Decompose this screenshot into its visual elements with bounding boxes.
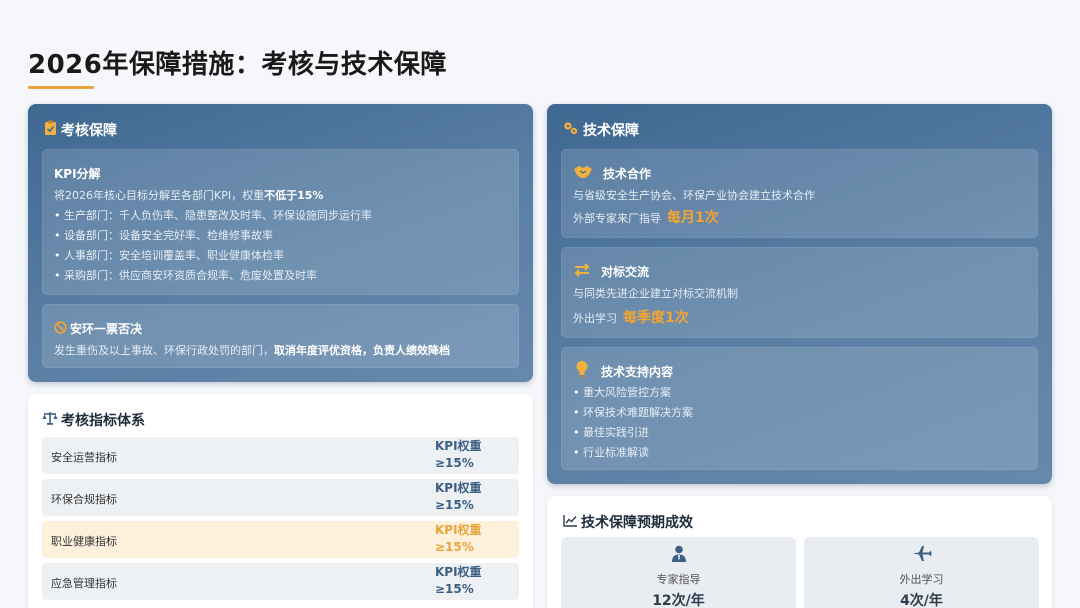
kpi-intro: 将2026年核心目标分解至各部门KPI，权重 — [54, 189, 265, 202]
kpi-card-title: KPI分解 — [54, 167, 101, 181]
indicator-weight-value: ≥15% — [435, 498, 474, 512]
cooperation-freq-value: 每月1次 — [667, 210, 719, 226]
support-item: 行业标准解读 — [573, 443, 693, 463]
scale-balance-icon — [42, 411, 58, 429]
benchmark-text: 与同类先进企业建立对标交流机制 — [573, 287, 738, 300]
kpi-item: 生产部门：千人负伤率、隐患整改及时率、环保设施同步运行率 — [54, 206, 372, 226]
kpi-item: 设备部门：设备安全完好率、检维修事故率 — [54, 226, 372, 246]
table-row: 职业健康指标 KPI权重 ≥15% — [42, 521, 519, 558]
veto-card-title: 安环一票否决 — [70, 322, 143, 336]
stat-value: 12次/年 — [652, 593, 705, 608]
indicator-weight-value: ≥15% — [435, 456, 474, 470]
gears-icon — [563, 121, 579, 140]
page-title: 2026年保障措施：考核与技术保障 — [28, 50, 447, 80]
stat-value: 4次/年 — [900, 593, 943, 608]
support-item: 环保技术难题解决方案 — [573, 403, 693, 423]
indicator-name: 应急管理指标 — [51, 577, 117, 590]
technical-panel-title: 技术保障 — [583, 123, 639, 139]
indicator-weight-value: ≥15% — [435, 540, 474, 554]
stat-card: 外出学习 4次/年 — [804, 537, 1039, 608]
plane-icon — [804, 545, 1039, 563]
indicator-weight-label: KPI权重 — [435, 565, 482, 579]
ban-icon — [54, 319, 67, 338]
indicator-name: 环保合规指标 — [51, 493, 117, 506]
kpi-card: KPI分解 将2026年核心目标分解至各部门KPI，权重不低于15% 生产部门：… — [42, 149, 519, 295]
user-tie-icon — [561, 545, 796, 563]
benchmark-freq-value: 每季度1次 — [623, 310, 689, 326]
line-chart-icon — [563, 514, 578, 531]
kpi-item: 人事部门：安全培训覆盖率、职业健康体检率 — [54, 246, 372, 266]
title-underline — [28, 86, 94, 89]
support-title: 技术支持内容 — [601, 364, 674, 379]
veto-text: 发生重伤及以上事故、环保行政处罚的部门， — [54, 344, 274, 357]
indicator-weight-label: KPI权重 — [435, 439, 482, 453]
cooperation-freq-label: 外部专家来厂指导 — [573, 212, 661, 225]
support-item: 重大风险管控方案 — [573, 383, 693, 403]
technical-panel: 技术保障 技术合作 与省级安全生产协会、环保产业协会建立技术合作 外部专家来厂指… — [547, 104, 1052, 484]
stat-label: 专家指导 — [656, 573, 701, 586]
benchmark-freq-label: 外出学习 — [573, 312, 617, 325]
benchmark-card: 对标交流 与同类先进企业建立对标交流机制 外出学习 每季度1次 — [561, 247, 1038, 338]
indicator-weight-label: KPI权重 — [435, 481, 482, 495]
indicator-panel: 考核指标体系 安全运营指标 KPI权重 ≥15% 环保合规指标 KPI权重 ≥15%… — [28, 394, 533, 608]
veto-text-emphasis: 取消年度评优资格，负责人绩效降档 — [274, 344, 450, 357]
benchmark-title: 对标交流 — [601, 265, 650, 279]
clipboard-check-icon — [44, 120, 57, 140]
table-row: 应急管理指标 KPI权重 ≥15% — [42, 563, 519, 600]
support-card: 技术支持内容 重大风险管控方案 环保技术难题解决方案 最佳实践引进 行业标准解读 — [561, 347, 1038, 470]
indicator-name: 职业健康指标 — [51, 535, 117, 548]
handshake-icon — [573, 164, 593, 183]
assessment-panel: 考核保障 KPI分解 将2026年核心目标分解至各部门KPI，权重不低于15% … — [28, 104, 533, 382]
cooperation-title: 技术合作 — [603, 167, 652, 181]
stat-card: 专家指导 12次/年 — [561, 537, 796, 608]
kpi-item: 采购部门：供应商安环资质合规率、危废处置及时率 — [54, 266, 372, 286]
outcomes-panel-title: 技术保障预期成效 — [581, 515, 693, 531]
indicator-name: 安全运营指标 — [51, 451, 117, 464]
lightbulb-icon — [575, 360, 589, 382]
veto-card: 安环一票否决 发生重伤及以上事故、环保行政处罚的部门，取消年度评优资格，负责人绩… — [42, 304, 519, 368]
indicator-weight-value: ≥15% — [435, 582, 474, 596]
stat-label: 外出学习 — [899, 573, 944, 586]
cooperation-text: 与省级安全生产协会、环保产业协会建立技术合作 — [573, 189, 815, 202]
indicator-weight-label: KPI权重 — [435, 523, 482, 537]
assessment-panel-title: 考核保障 — [61, 123, 117, 139]
table-row: 环保合规指标 KPI权重 ≥15% — [42, 479, 519, 516]
indicator-panel-title: 考核指标体系 — [61, 413, 145, 429]
kpi-intro-emphasis: 不低于15% — [264, 189, 324, 202]
exchange-arrows-icon — [573, 262, 591, 281]
support-item: 最佳实践引进 — [573, 423, 693, 443]
cooperation-card: 技术合作 与省级安全生产协会、环保产业协会建立技术合作 外部专家来厂指导 每月1次 — [561, 149, 1038, 238]
table-row: 安全运营指标 KPI权重 ≥15% — [42, 437, 519, 474]
